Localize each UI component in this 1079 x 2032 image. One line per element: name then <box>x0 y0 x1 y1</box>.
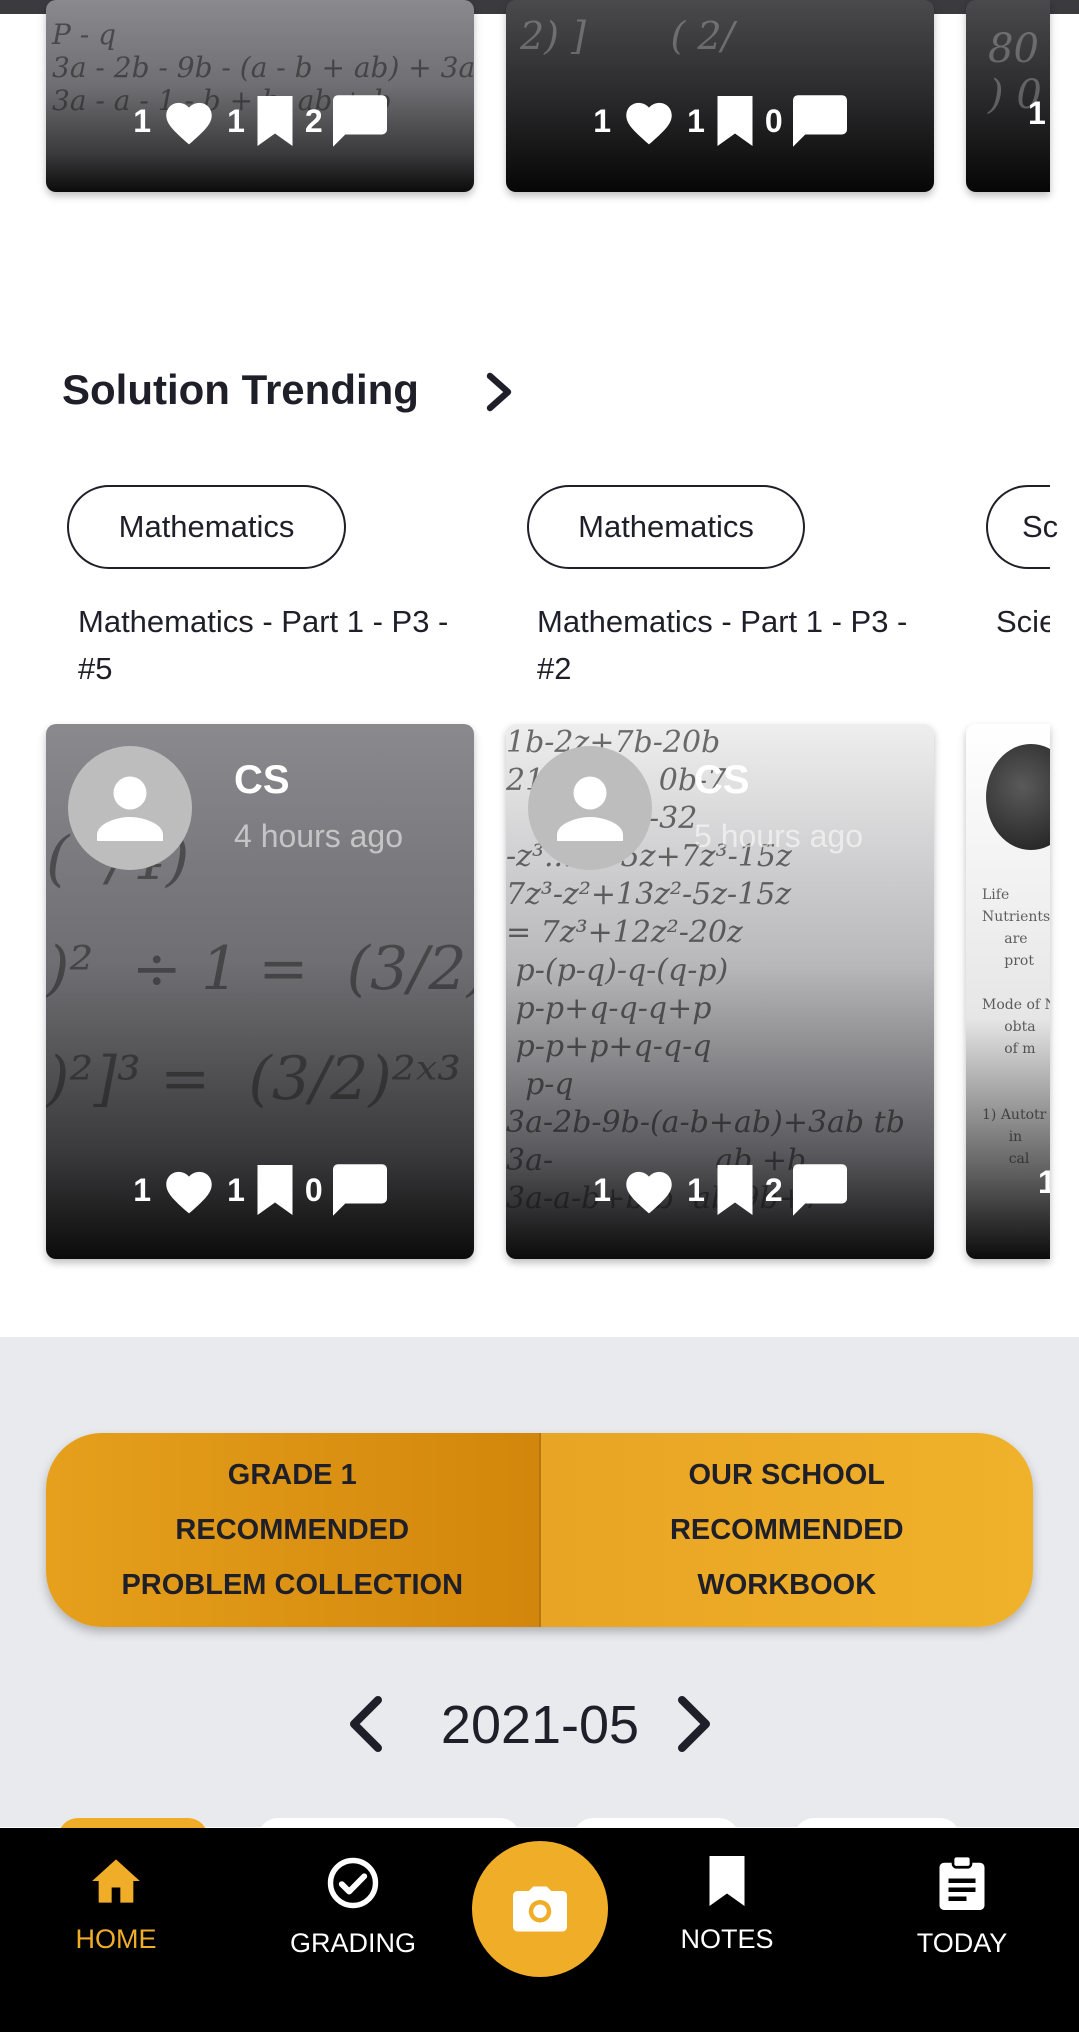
bookmark-icon[interactable] <box>715 96 755 146</box>
subject-tag[interactable]: Mathematics <box>67 485 346 569</box>
solution-card[interactable]: 1b-2z+7b-20b21b 0b-7 -32-z³...-z²-5z+7z³… <box>506 724 934 1259</box>
school-workbook-button[interactable]: OUR SCHOOL RECOMMENDED WORKBOOK <box>540 1433 1033 1627</box>
comment-icon[interactable] <box>792 95 847 147</box>
bookmark-icon[interactable] <box>255 96 295 146</box>
nav-label: NOTES <box>680 1924 774 1954</box>
home-icon <box>92 1859 140 1903</box>
timestamp: 4 hours ago <box>234 818 404 854</box>
comments-count: 2 <box>304 102 323 139</box>
heart-icon[interactable] <box>621 96 677 146</box>
recommendation-buttons: GRADE 1 RECOMMENDED PROBLEM COLLECTION O… <box>46 1433 1033 1627</box>
chevron-right-icon[interactable] <box>674 1696 714 1752</box>
nav-notes[interactable]: NOTES <box>627 1856 827 1955</box>
section-title[interactable]: Solution Trending <box>62 366 419 414</box>
camera-button[interactable] <box>472 1841 608 1977</box>
nav-home[interactable]: HOME <box>16 1856 216 1955</box>
bookmark-icon[interactable] <box>715 1165 755 1215</box>
author-name: CS <box>694 758 750 802</box>
person-icon <box>97 776 163 841</box>
bookmark-icon <box>709 1856 745 1906</box>
nav-grading[interactable]: GRADING <box>253 1856 453 1959</box>
solution-card[interactable]: Life Nutrients are prot Mode of N obta of … <box>966 724 1050 1259</box>
solution-title[interactable]: Mathematics - Part 1 - P3 - #2 <box>537 598 917 692</box>
card-thumbnail: 2) ] ( 2/ <box>520 14 735 58</box>
heart-icon[interactable] <box>621 1165 677 1215</box>
avatar[interactable] <box>68 746 192 870</box>
top-card-1[interactable]: P - q3a - 2b - 9b - (a - b + ab) + 3ab t… <box>46 0 474 192</box>
saves-count: 1 <box>227 1171 245 1208</box>
nav-label: GRADING <box>289 1928 416 1958</box>
subject-tag[interactable]: Mathematics <box>527 485 805 569</box>
solution-title[interactable]: Mathematics - Part 1 - P3 - #5 <box>78 598 458 692</box>
bottom-nav: HOME GRADING NOTES TODAY <box>0 1828 1079 2032</box>
avatar[interactable] <box>528 746 652 870</box>
card-thumbnail-notes: Life Nutrients are prot Mode of N obta of … <box>982 887 1050 1167</box>
comments-count: 0 <box>764 102 783 139</box>
person-icon <box>557 776 623 841</box>
author-name: CS <box>234 758 290 802</box>
solution-card[interactable]: ( /4))² ÷ 1 = (3/2)²)²]³ = (3/2)²ˣ³ = CS… <box>46 724 474 1259</box>
chevron-right-icon[interactable] <box>480 372 516 412</box>
likes-count: 1 <box>593 1171 612 1208</box>
check-circle-icon <box>327 1857 379 1909</box>
comments-count: 0 <box>304 1171 323 1208</box>
nav-today[interactable]: TODAY <box>862 1854 1062 1959</box>
camera-icon <box>513 1886 567 1932</box>
top-card-3[interactable]: 80) 0 1 <box>966 0 1050 192</box>
saves-count: 1 <box>687 1171 705 1208</box>
clipboard-icon <box>939 1854 985 1910</box>
saves-count: 1 <box>227 102 245 139</box>
subject-tag[interactable]: Sc <box>986 485 1058 569</box>
likes-count: 1 <box>1028 95 1046 131</box>
top-card-2[interactable]: 2) ] ( 2/ 1 1 0 <box>506 0 934 192</box>
month-navigator: 2021-05 <box>0 1690 1079 1760</box>
chevron-left-icon[interactable] <box>346 1696 386 1752</box>
month-label: 2021-05 <box>440 1695 640 1755</box>
comment-icon[interactable] <box>332 1164 387 1216</box>
grade-recommended-button[interactable]: GRADE 1 RECOMMENDED PROBLEM COLLECTION <box>46 1433 541 1627</box>
comment-icon[interactable] <box>792 1164 847 1216</box>
nav-label: HOME <box>75 1924 157 1954</box>
saves-count: 1 <box>687 102 705 139</box>
heart-icon[interactable] <box>161 1165 217 1215</box>
likes-count: 1 <box>133 102 152 139</box>
heart-icon[interactable] <box>161 96 217 146</box>
comment-icon[interactable] <box>332 95 387 147</box>
likes-count: 1 <box>593 102 612 139</box>
timestamp: 5 hours ago <box>694 818 864 854</box>
bookmark-icon[interactable] <box>255 1165 295 1215</box>
nav-label: TODAY <box>916 1928 1008 1958</box>
solution-title[interactable]: Scie <box>996 598 1050 645</box>
likes-count: 1 <box>133 1171 152 1208</box>
likes-count: 1 <box>1038 1164 1050 1200</box>
comments-count: 2 <box>764 1171 783 1208</box>
